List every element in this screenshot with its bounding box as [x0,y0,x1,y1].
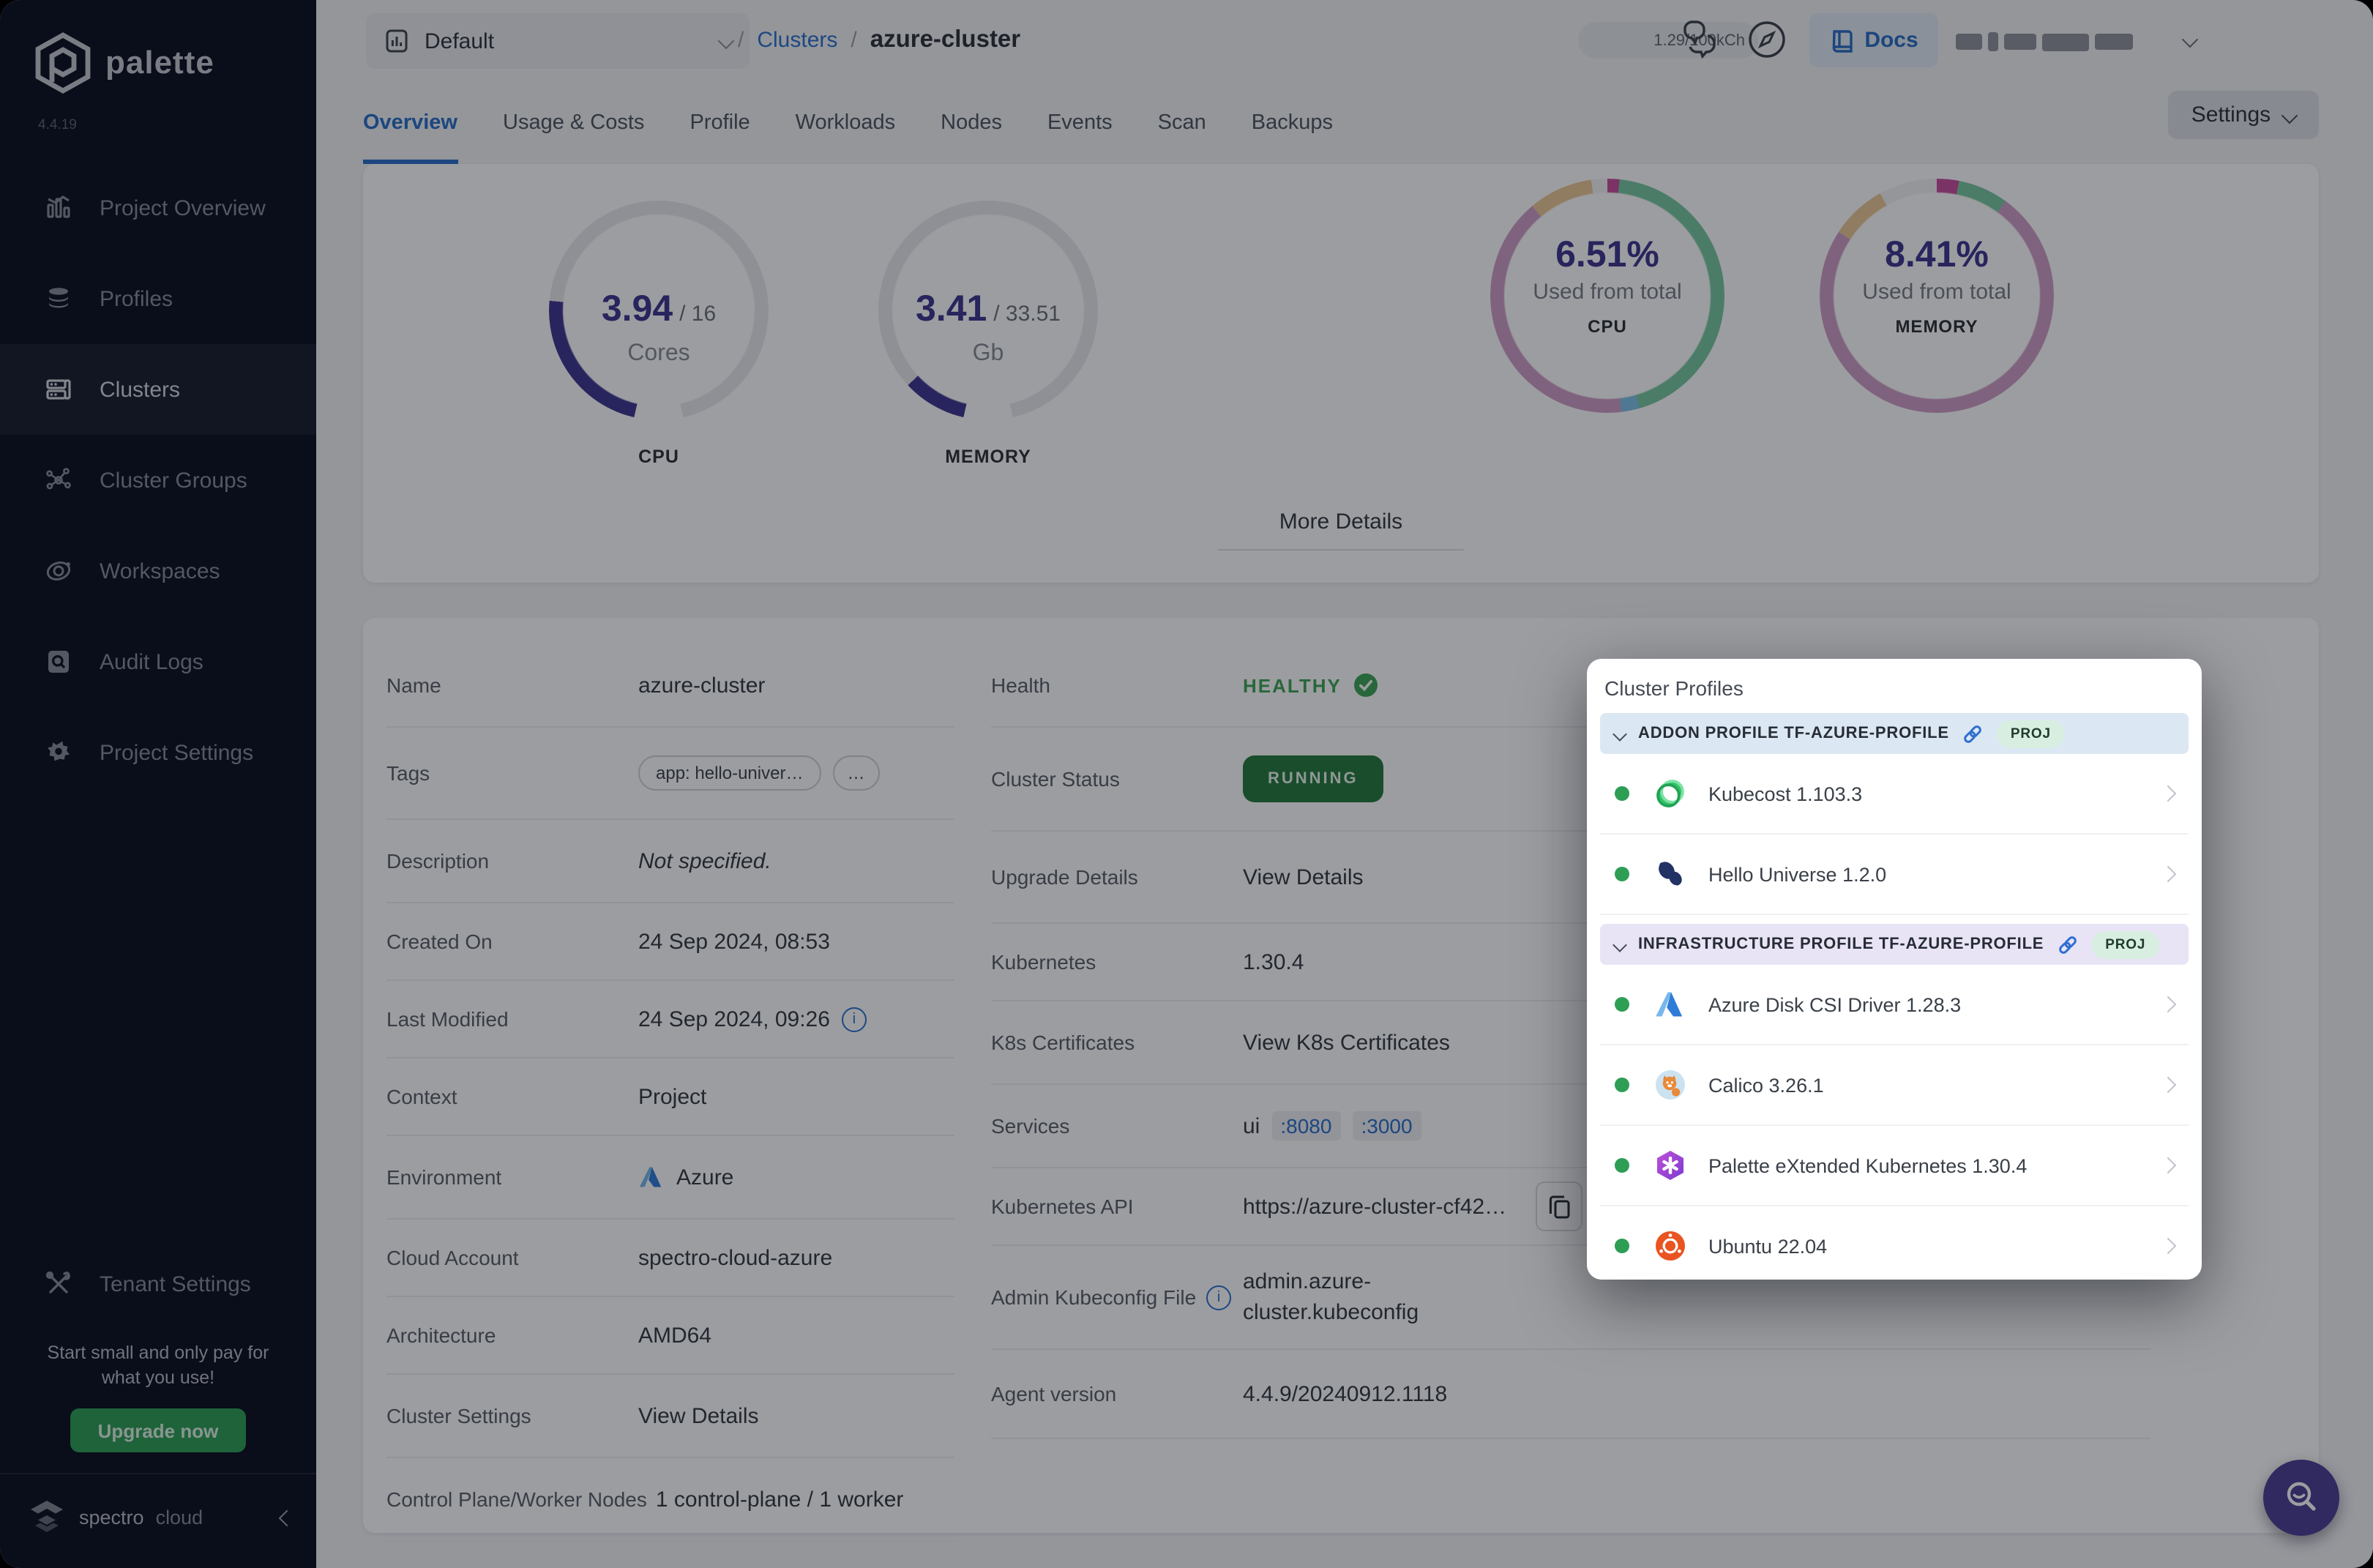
calico-icon [1654,1069,1686,1101]
app-window: palette 4.4.19 Project Overview Profiles… [0,0,2373,1568]
status-dot [1615,1078,1629,1092]
addon-profile-header[interactable]: ADDON PROFILE TF-AZURE-PROFILE PROJ [1600,713,2189,754]
cluster-profiles-popup: Cluster Profiles ADDON PROFILE TF-AZURE-… [1587,659,2202,1280]
azure-icon [1654,988,1686,1020]
profile-pack-row-azure-csi[interactable]: Azure Disk CSI Driver 1.28.3 [1600,965,2189,1045]
app-stage: palette 4.4.19 Project Overview Profiles… [0,0,2373,1568]
hello-universe-icon [1654,858,1686,890]
popup-title: Cluster Profiles [1604,676,1744,700]
chevron-right-icon [2159,1072,2177,1098]
chevron-down-icon [1612,726,1627,741]
infrastructure-profile-header[interactable]: INFRASTRUCTURE PROFILE TF-AZURE-PROFILE … [1600,924,2189,965]
status-dot [1615,1239,1629,1253]
kubecost-icon [1654,777,1686,810]
profile-pack-row-ubuntu[interactable]: Ubuntu 22.04 [1600,1206,2189,1285]
profile-pack-row-pxk[interactable]: Palette eXtended Kubernetes 1.30.4 [1600,1126,2189,1206]
project-scope-badge: PROJ [2092,930,2159,958]
profile-pack-row-kubecost[interactable]: Kubecost 1.103.3 [1600,754,2189,835]
pack-name: Hello Universe 1.2.0 [1708,863,1887,885]
infrastructure-profile-title: INFRASTRUCTURE PROFILE TF-AZURE-PROFILE [1638,936,2044,953]
project-scope-badge: PROJ [1997,720,2064,747]
chevron-right-icon [2159,861,2177,887]
ubuntu-icon [1654,1230,1686,1262]
chevron-down-icon [1612,937,1627,952]
chevron-right-icon [2159,780,2177,807]
palette-kubernetes-icon [1654,1149,1686,1181]
pack-name: Kubecost 1.103.3 [1708,783,1863,804]
status-dot [1615,1158,1629,1173]
profile-pack-row-hello-universe[interactable]: Hello Universe 1.2.0 [1600,835,2189,915]
pack-name: Azure Disk CSI Driver 1.28.3 [1708,993,1962,1015]
link-icon [1965,725,1982,742]
pack-name: Calico 3.26.1 [1708,1074,1824,1096]
status-dot [1615,867,1629,881]
chevron-right-icon [2159,991,2177,1018]
status-dot [1615,997,1629,1012]
link-icon [2059,936,2077,953]
chevron-right-icon [2159,1152,2177,1179]
status-dot [1615,786,1629,801]
chevron-right-icon [2159,1233,2177,1259]
pack-name: Ubuntu 22.04 [1708,1235,1828,1257]
addon-profile-title: ADDON PROFILE TF-AZURE-PROFILE [1638,725,1949,742]
pack-name: Palette eXtended Kubernetes 1.30.4 [1708,1154,2028,1176]
profile-pack-row-calico[interactable]: Calico 3.26.1 [1600,1045,2189,1126]
